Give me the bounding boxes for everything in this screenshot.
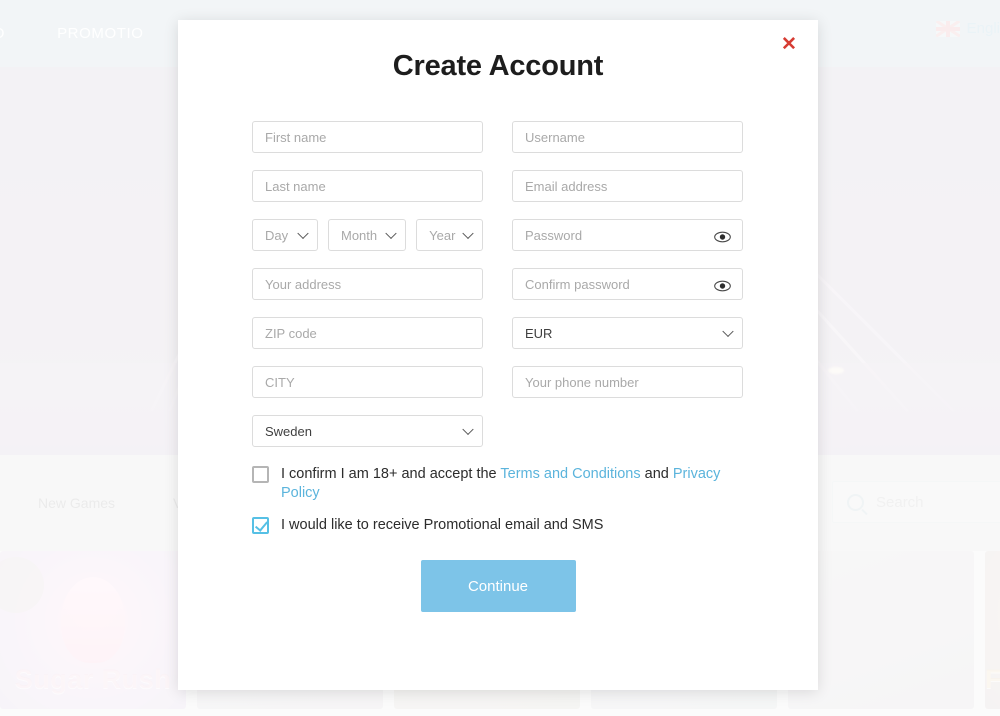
city-input[interactable] — [252, 366, 483, 398]
month-select-value: Month — [341, 227, 378, 243]
uk-flag-icon — [935, 20, 960, 37]
game-art — [61, 577, 125, 663]
continue-button[interactable]: Continue — [420, 560, 576, 612]
form-row: Sweden — [252, 415, 744, 447]
email-col — [512, 170, 743, 202]
close-icon[interactable]: ✕ — [778, 34, 800, 56]
create-account-modal: ✕ Create Account First name Username Las… — [178, 20, 818, 690]
promotional-checkbox[interactable] — [252, 517, 269, 534]
year-select-value: Year — [429, 227, 456, 243]
city-col — [252, 366, 483, 398]
terms-checkbox-row: I confirm I am 18+ and accept the Terms … — [252, 465, 744, 503]
first-name-input[interactable] — [252, 121, 483, 153]
eye-icon[interactable] — [714, 230, 731, 243]
address-input[interactable] — [252, 268, 483, 300]
form-row: Day Month Year — [252, 219, 744, 251]
last-name-input[interactable] — [252, 170, 483, 202]
form-row: EUR — [252, 317, 744, 349]
promotional-checkbox-row: I would like to receive Promotional emai… — [252, 516, 744, 535]
search-icon — [847, 493, 864, 511]
chevron-down-icon — [297, 227, 309, 240]
game-tile[interactable]: FIRE IN THE HOLE — [985, 551, 1000, 709]
chevron-down-icon — [462, 423, 474, 436]
form-row — [252, 121, 744, 153]
terms-checkbox-label: I confirm I am 18+ and accept the Terms … — [281, 465, 744, 503]
form-row — [252, 170, 744, 202]
chevron-down-icon — [385, 227, 397, 240]
registration-form: Day Month Year — [178, 83, 818, 612]
game-tile[interactable]: Sugar Rush — [0, 551, 186, 709]
language-selector[interactable]: Engli — [935, 20, 1000, 37]
currency-col: EUR — [512, 317, 743, 349]
search-box[interactable]: Search — [832, 481, 1000, 523]
form-row — [252, 268, 744, 300]
form-row — [252, 366, 744, 398]
username-col — [512, 121, 743, 153]
zip-code-input[interactable] — [252, 317, 483, 349]
zip-col — [252, 317, 483, 349]
phone-col — [512, 366, 743, 398]
search-placeholder: Search — [876, 493, 924, 511]
nav-links: SINO PROMOTIO — [0, 25, 144, 42]
nav-link-promotions[interactable]: PROMOTIO — [57, 25, 143, 42]
date-of-birth-col: Day Month Year — [252, 219, 483, 251]
last-name-col — [252, 170, 483, 202]
username-input[interactable] — [512, 121, 743, 153]
nav-link-casino[interactable]: SINO — [0, 25, 5, 42]
page-title: Create Account — [392, 50, 604, 82]
eye-icon[interactable] — [714, 279, 731, 292]
submit-row: Continue — [252, 560, 744, 612]
date-of-birth-group: Day Month Year — [252, 219, 483, 251]
phone-input[interactable] — [512, 366, 743, 398]
promotional-checkbox-label: I would like to receive Promotional emai… — [281, 517, 604, 533]
country-select[interactable]: Sweden — [252, 415, 483, 447]
page-root: SINO PROMOTIO Engli New Games Vid Sea — [0, 0, 1000, 716]
password-input[interactable] — [512, 219, 743, 251]
terms-text-before: I confirm I am 18+ and accept the — [281, 466, 501, 482]
category-new-games[interactable]: New Games — [38, 495, 115, 511]
first-name-col — [252, 121, 483, 153]
currency-select-value: EUR — [525, 325, 553, 341]
terms-and-conditions-link[interactable]: Terms and Conditions — [500, 466, 640, 482]
email-input[interactable] — [512, 170, 743, 202]
month-select[interactable]: Month — [328, 219, 407, 251]
currency-select[interactable]: EUR — [512, 317, 743, 349]
address-col — [252, 268, 483, 300]
country-select-value: Sweden — [265, 423, 312, 439]
terms-checkbox[interactable] — [252, 466, 269, 483]
chevron-down-icon — [722, 325, 734, 338]
country-col: Sweden — [252, 415, 483, 447]
drops-and-wins-badge — [0, 557, 44, 613]
chevron-down-icon — [462, 227, 474, 240]
day-select[interactable]: Day — [252, 219, 318, 251]
hero-sparkle — [828, 367, 844, 374]
password-col — [512, 219, 743, 251]
game-title: FIRE IN THE HOLE — [985, 664, 1000, 694]
language-label: Engli — [966, 20, 1000, 37]
game-title: Sugar Rush — [14, 664, 172, 694]
confirm-password-input[interactable] — [512, 268, 743, 300]
terms-text-middle: and — [640, 466, 673, 482]
confirm-password-col — [512, 268, 743, 300]
game-categories: New Games Vid — [38, 495, 193, 511]
day-select-value: Day — [265, 227, 289, 243]
year-select[interactable]: Year — [416, 219, 483, 251]
